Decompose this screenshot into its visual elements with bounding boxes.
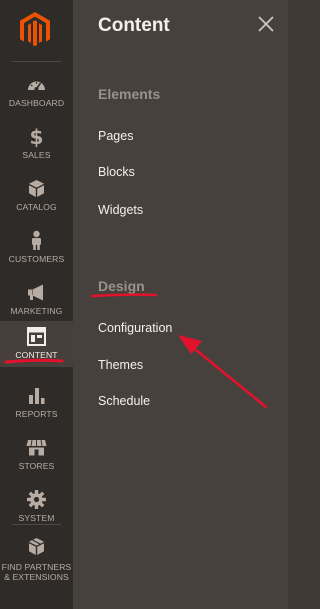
sidebar-item-label: MARKETING [10, 306, 63, 316]
sidebar-item-reports[interactable]: REPORTS [0, 377, 73, 429]
dashboard-gauge-icon [28, 81, 45, 91]
dollar-icon: $ [30, 126, 44, 147]
svg-text:$: $ [30, 126, 44, 147]
content-flyout-panel: Content Elements Pages Blocks Widgets De… [73, 0, 288, 609]
sidebar-item-content[interactable]: CONTENT [0, 321, 73, 367]
sidebar-item-label: REPORTS [15, 409, 58, 419]
section-title-elements: Elements [98, 86, 161, 102]
menu-link-configuration[interactable]: Configuration [98, 321, 172, 335]
sidebar-item-stores[interactable]: STORES [0, 429, 73, 481]
sidebar-item-system[interactable]: SYSTEM [0, 481, 73, 533]
sidebar-item-find-partners[interactable]: FIND PARTNERS & EXTENSIONS [0, 528, 73, 592]
panel-title: Content [98, 15, 170, 36]
menu-link-themes[interactable]: Themes [98, 358, 143, 372]
section-title-design: Design [98, 278, 145, 294]
sidebar-item-customers[interactable]: CUSTOMERS [0, 222, 73, 274]
close-icon[interactable] [256, 14, 276, 34]
sidebar-item-label: CUSTOMERS [8, 254, 65, 264]
storefront-icon [26, 439, 47, 456]
gear-icon [27, 490, 46, 509]
sidebar-item-marketing[interactable]: MARKETING [0, 274, 73, 326]
sidebar-divider [12, 61, 61, 62]
sidebar-item-label: DASHBOARD [8, 98, 65, 108]
megaphone-icon [28, 284, 43, 301]
sidebar-item-sales[interactable]: $ SALES [0, 118, 73, 170]
menu-link-widgets[interactable]: Widgets [98, 203, 143, 217]
sidebar-item-label: STORES [18, 461, 55, 471]
sidebar-item-label: SYSTEM [18, 513, 55, 523]
bar-chart-icon [29, 388, 45, 404]
sidebar-item-label: SALES [22, 150, 51, 160]
person-icon [32, 230, 41, 250]
partners-box-icon [29, 538, 44, 555]
menu-link-blocks[interactable]: Blocks [98, 165, 135, 179]
menu-link-pages[interactable]: Pages [98, 129, 133, 143]
sidebar-item-label: FIND PARTNERS & EXTENSIONS [1, 562, 72, 582]
menu-link-schedule[interactable]: Schedule [98, 394, 150, 408]
magento-logo-icon[interactable] [20, 12, 50, 48]
sidebar-item-label: CONTENT [15, 350, 58, 360]
sidebar-item-catalog[interactable]: CATALOG [0, 170, 73, 222]
admin-sidebar: DASHBOARD $ SALES CATALOG CUSTOMERS MARK… [0, 0, 73, 609]
sidebar-divider [12, 524, 61, 525]
box-icon [29, 180, 44, 197]
layout-icon [27, 327, 46, 346]
sidebar-item-dashboard[interactable]: DASHBOARD [0, 66, 73, 118]
sidebar-item-label: CATALOG [16, 202, 57, 212]
